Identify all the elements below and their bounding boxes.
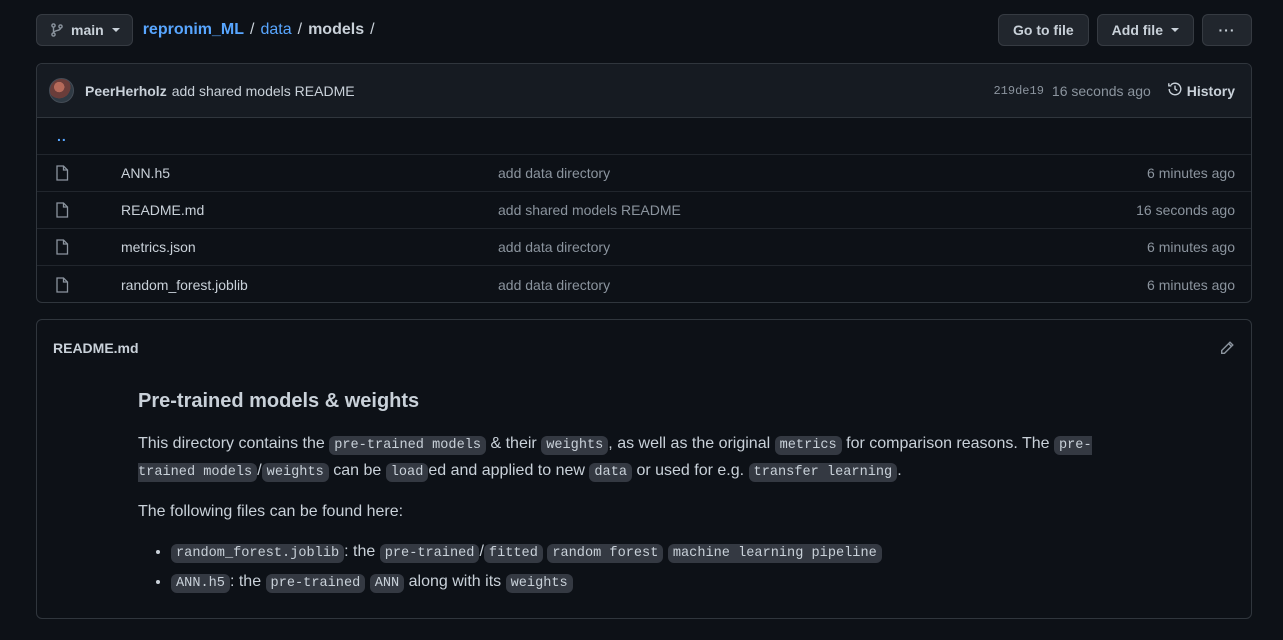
go-to-file-label: Go to file	[1012, 22, 1074, 38]
file-row[interactable]: README.md add shared models README 16 se…	[37, 192, 1251, 229]
commit-meta: 219de19 16 seconds ago History	[993, 81, 1235, 100]
inline-code: load	[385, 463, 429, 482]
kebab-horizontal-icon: ···	[1218, 22, 1236, 38]
inline-code: random_forest.joblib	[171, 544, 345, 563]
inline-code: ANN.h5	[171, 574, 230, 593]
file-icon	[55, 202, 71, 218]
text: & their	[486, 435, 542, 452]
file-name-link[interactable]: random_forest.joblib	[121, 277, 248, 293]
inline-code: fitted	[483, 544, 543, 563]
file-commit-message[interactable]: add data directory	[498, 165, 610, 181]
file-row[interactable]: random_forest.joblib add data directory …	[37, 266, 1251, 302]
inline-code: ANN	[369, 574, 405, 593]
inline-code: transfer learning	[748, 463, 898, 482]
text: .	[897, 462, 902, 479]
file-commit-message[interactable]: add data directory	[498, 277, 610, 293]
readme-panel: README.md Pre-trained models & weights T…	[36, 319, 1252, 619]
text: : the	[344, 543, 380, 560]
history-label: History	[1186, 82, 1235, 99]
readme-content: Pre-trained models & weights This direct…	[138, 390, 1118, 598]
file-commit-time: 6 minutes ago	[1147, 276, 1235, 293]
chevron-down-icon	[1171, 28, 1179, 32]
readme-list: random_forest.joblib: the pre-trained/fi…	[138, 538, 1118, 598]
chevron-down-icon	[111, 28, 120, 32]
repo-folder-page: main repronim_ML / data / models / Go to…	[0, 0, 1283, 640]
commit-message-link[interactable]: add shared models README	[172, 83, 355, 99]
breadcrumb-separator: /	[250, 21, 255, 38]
inline-code: pre-trained	[265, 574, 366, 593]
commit-time: 16 seconds ago	[1051, 82, 1151, 99]
readme-filename: README.md	[53, 340, 139, 356]
inline-code: machine learning pipeline	[667, 544, 882, 563]
breadcrumb-separator: /	[370, 21, 375, 38]
go-to-file-button[interactable]: Go to file	[997, 14, 1089, 46]
history-icon	[1167, 81, 1183, 100]
top-actions: Go to file Add file ···	[997, 14, 1252, 46]
file-commit-message[interactable]: add data directory	[498, 239, 610, 255]
add-file-label: Add file	[1111, 22, 1163, 38]
top-bar: main repronim_ML / data / models / Go to…	[36, 14, 1252, 46]
inline-code: pre-trained	[379, 544, 480, 563]
file-commit-time: 6 minutes ago	[1147, 165, 1235, 181]
file-row[interactable]: metrics.json add data directory 6 minute…	[37, 229, 1251, 266]
text: /	[257, 462, 262, 479]
pencil-icon[interactable]	[1219, 340, 1235, 356]
text: This directory contains the	[138, 435, 330, 452]
readme-heading: Pre-trained models & weights	[138, 390, 420, 412]
branch-name: main	[71, 22, 104, 38]
breadcrumb-separator: /	[297, 21, 303, 38]
file-name-link[interactable]: README.md	[121, 202, 204, 218]
parent-directory-link[interactable]: ..	[57, 128, 67, 144]
inline-code: data	[589, 463, 633, 482]
latest-commit-bar: PeerHerholz add shared models README 219…	[37, 64, 1251, 118]
inline-code: random forest	[547, 544, 664, 563]
list-item: random_forest.joblib: the pre-trained/fi…	[171, 538, 1118, 568]
text: can be	[328, 462, 386, 479]
avatar[interactable]	[49, 78, 74, 103]
text: for comparison reasons. The	[841, 435, 1054, 452]
inline-code: metrics	[774, 436, 842, 455]
text: , as well as the original	[608, 435, 775, 452]
breadcrumb-repo-link[interactable]: repronim_ML	[143, 21, 244, 39]
file-commit-message[interactable]: add shared models README	[498, 202, 681, 218]
inline-code: weights	[261, 463, 329, 482]
file-name-link[interactable]: metrics.json	[121, 239, 196, 255]
file-list: PeerHerholz add shared models README 219…	[36, 63, 1252, 303]
file-icon	[55, 165, 71, 181]
text: along with its	[404, 573, 506, 590]
commit-author-link[interactable]: PeerHerholz	[85, 83, 167, 99]
file-commit-time: 16 seconds ago	[1136, 202, 1235, 218]
file-icon	[55, 276, 71, 293]
text: ed and applied to new	[428, 462, 590, 479]
history-link[interactable]: History	[1167, 81, 1235, 100]
file-commit-time: 6 minutes ago	[1147, 239, 1235, 255]
file-name-link[interactable]: ANN.h5	[121, 165, 170, 181]
text: : the	[229, 573, 266, 590]
add-file-button[interactable]: Add file	[1096, 14, 1194, 46]
breadcrumb-current: models	[308, 21, 365, 38]
branch-selector-button[interactable]: main	[36, 14, 133, 46]
text: or used for e.g.	[632, 462, 749, 479]
commit-sha-link[interactable]: 219de19	[993, 84, 1043, 98]
readme-header: README.md	[37, 320, 1251, 376]
readme-paragraph: This directory contains the pre-trained …	[138, 431, 1118, 485]
git-branch-icon	[49, 22, 65, 38]
readme-paragraph: The following files can be found here:	[138, 503, 404, 520]
more-options-button[interactable]: ···	[1202, 14, 1252, 46]
parent-directory-row[interactable]: ..	[37, 118, 1251, 155]
file-row[interactable]: ANN.h5 add data directory 6 minutes ago	[37, 155, 1251, 192]
inline-code: weights	[505, 574, 573, 593]
inline-code: weights	[541, 436, 609, 455]
breadcrumb: repronim_ML / data / models /	[143, 21, 377, 39]
breadcrumb-data-link[interactable]: data	[260, 21, 291, 39]
file-icon	[55, 239, 71, 255]
inline-code: pre-trained models	[329, 436, 487, 455]
list-item: ANN.h5: the pre-trained ANN along with i…	[171, 568, 1118, 598]
